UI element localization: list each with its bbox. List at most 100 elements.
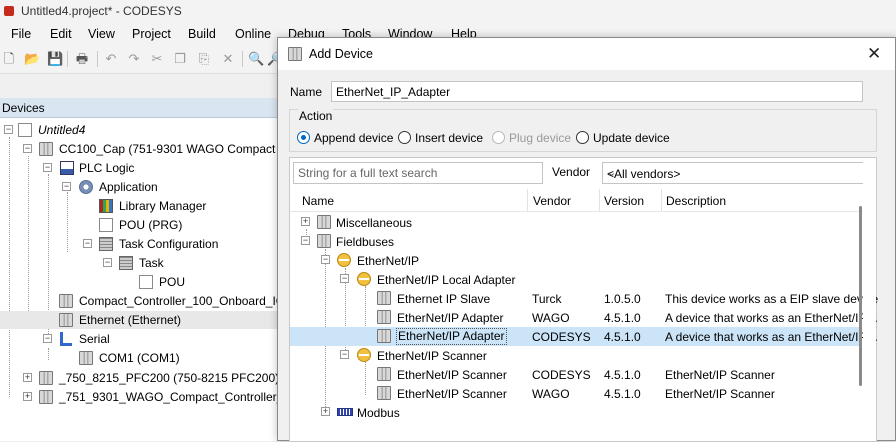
catalog-row-scanner-group[interactable]: − EtherNet/IP Scanner (290, 346, 862, 365)
paste-icon[interactable]: ⎘ (197, 52, 211, 66)
delete-icon[interactable]: ✕ (221, 52, 235, 66)
tree-item-task[interactable]: − Task (0, 254, 290, 272)
catalog-row-fieldbuses[interactable]: − Fieldbuses (290, 232, 862, 251)
collapse-icon[interactable]: − (62, 182, 71, 191)
collapse-icon[interactable]: − (340, 350, 349, 359)
collapse-icon[interactable]: − (43, 334, 52, 343)
menu-build[interactable]: Build (188, 27, 216, 41)
row-name: EtherNet/IP (357, 254, 420, 268)
expand-icon[interactable]: + (321, 407, 330, 416)
catalog-row-ethernet-ip-slave[interactable]: Ethernet IP Slave Turck 1.0.5.0 This dev… (290, 289, 878, 308)
row-vendor: CODESYS (532, 330, 591, 344)
radio-label: Append device (314, 131, 394, 145)
open-icon[interactable]: 📂 (24, 52, 40, 66)
tree-item-pou[interactable]: POU (0, 273, 290, 291)
column-header-vendor[interactable]: Vendor (533, 194, 571, 208)
tree-item-onboard-io[interactable]: Compact_Controller_100_Onboard_IO (C (0, 292, 301, 310)
collapse-icon[interactable]: − (321, 255, 330, 264)
collapse-icon[interactable]: − (43, 163, 52, 172)
column-divider[interactable] (599, 189, 600, 211)
tree-item-pou-prg[interactable]: POU (PRG) (0, 216, 290, 234)
catalog-scrollbar[interactable] (863, 158, 876, 441)
devices-panel-header: Devices (0, 98, 290, 118)
expand-icon[interactable]: + (23, 392, 32, 401)
tree-item-application[interactable]: − Application (0, 178, 290, 196)
catalog-row-scanner-wago[interactable]: EtherNet/IP Scanner WAGO 4.5.1.0 EtherNe… (290, 384, 862, 403)
toolbar-separator (67, 51, 68, 67)
expand-icon[interactable]: + (301, 217, 310, 226)
ethernet-ip-icon (357, 348, 371, 362)
plug-device-radio[interactable]: Plug device (492, 130, 572, 146)
collapse-icon[interactable]: − (4, 125, 13, 134)
cut-icon[interactable]: ✂ (150, 52, 164, 66)
row-description: EtherNet/IP Scanner (665, 368, 775, 382)
chevron-down-icon: ⌄ (607, 167, 617, 179)
tree-item-serial[interactable]: − Serial (0, 330, 290, 348)
row-name: Fieldbuses (336, 235, 395, 249)
expand-icon[interactable]: + (23, 373, 32, 382)
copy-icon[interactable]: ❐ (173, 52, 187, 66)
row-description: EtherNet/IP Scanner (665, 387, 775, 401)
tree-item-label: POU (159, 275, 186, 289)
radio-circle (492, 131, 505, 144)
menu-file[interactable]: File (11, 27, 31, 41)
task-configuration-icon (99, 237, 113, 251)
find-icon[interactable]: 🔍 (248, 52, 264, 66)
append-device-radio[interactable]: Append device (297, 130, 397, 146)
tree-item-plc-logic[interactable]: − PLC Logic (0, 159, 290, 177)
new-project-icon[interactable]: 🗋 (2, 52, 16, 66)
tree-item-label: Serial (79, 332, 110, 346)
menu-view[interactable]: View (88, 27, 115, 41)
library-books-icon (99, 199, 113, 213)
tree-item-ethernet[interactable]: Ethernet (Ethernet) (0, 311, 290, 329)
row-version: 4.5.1.0 (604, 387, 641, 401)
vendor-dropdown[interactable]: <All vendors> ⌄ (602, 162, 874, 184)
tree-item-com1[interactable]: COM1 (COM1) (0, 349, 290, 367)
tree-item-library-manager[interactable]: Library Manager (0, 197, 290, 215)
collapse-icon[interactable]: − (83, 239, 92, 248)
vendor-label: Vendor (552, 165, 591, 179)
device-icon (377, 291, 391, 305)
device-icon (377, 329, 391, 343)
catalog-row-adapter-codesys[interactable]: EtherNet/IP Adapter CODESYS 4.5.1.0 A de… (290, 327, 877, 346)
save-icon[interactable]: 💾 (47, 52, 63, 66)
catalog-row-ethernet-ip[interactable]: − EtherNet/IP (290, 251, 862, 270)
print-icon[interactable]: 🖶 (75, 52, 89, 66)
column-header-version[interactable]: Version (604, 194, 644, 208)
tree-item-untitled4[interactable]: − Untitled4 (0, 121, 290, 139)
full-text-search-input[interactable] (293, 162, 543, 184)
tree-item-pfc200[interactable]: + _750_8215_PFC200 (750-8215 PFC200) (0, 369, 290, 387)
column-divider[interactable] (527, 189, 528, 211)
tree-item-cc100-cap[interactable]: − CC100_Cap (751-9301 WAGO Compact Contr (0, 140, 308, 158)
undo-icon[interactable]: ↶ (104, 52, 118, 66)
menu-online[interactable]: Online (235, 27, 271, 41)
update-device-radio[interactable]: Update device (576, 130, 676, 146)
catalog-scrollbar-thumb[interactable] (859, 206, 862, 386)
insert-device-radio[interactable]: Insert device (398, 130, 488, 146)
menu-edit[interactable]: Edit (50, 27, 72, 41)
device-icon (377, 310, 391, 324)
category-icon (317, 215, 331, 229)
collapse-icon[interactable]: − (301, 236, 310, 245)
column-header-description[interactable]: Description (666, 194, 726, 208)
close-icon[interactable]: ✕ (867, 44, 881, 64)
row-name: EtherNet/IP Scanner (377, 349, 487, 363)
catalog-row-scanner-codesys[interactable]: EtherNet/IP Scanner CODESYS 4.5.1.0 Ethe… (290, 365, 862, 384)
redo-icon[interactable]: ↷ (127, 52, 141, 66)
catalog-row-modbus[interactable]: + Modbus (290, 403, 862, 422)
collapse-icon[interactable]: − (103, 258, 112, 267)
column-header-name[interactable]: Name (302, 194, 334, 208)
row-vendor: WAGO (532, 387, 570, 401)
catalog-row-adapter-wago[interactable]: EtherNet/IP Adapter WAGO 4.5.1.0 A devic… (290, 308, 877, 327)
tree-item-task-configuration[interactable]: − Task Configuration (0, 235, 290, 253)
row-name: Ethernet IP Slave (397, 292, 491, 306)
menu-project[interactable]: Project (132, 27, 171, 41)
collapse-icon[interactable]: − (23, 144, 32, 153)
column-divider[interactable] (661, 189, 662, 211)
collapse-icon[interactable]: − (340, 274, 349, 283)
tree-item-compact-controller[interactable]: + _751_9301_WAGO_Compact_Controller_100 (0, 388, 303, 406)
header-divider (290, 211, 864, 212)
device-name-input[interactable] (331, 81, 863, 102)
catalog-row-local-adapter[interactable]: − EtherNet/IP Local Adapter (290, 270, 862, 289)
catalog-row-miscellaneous[interactable]: + Miscellaneous (290, 213, 862, 232)
